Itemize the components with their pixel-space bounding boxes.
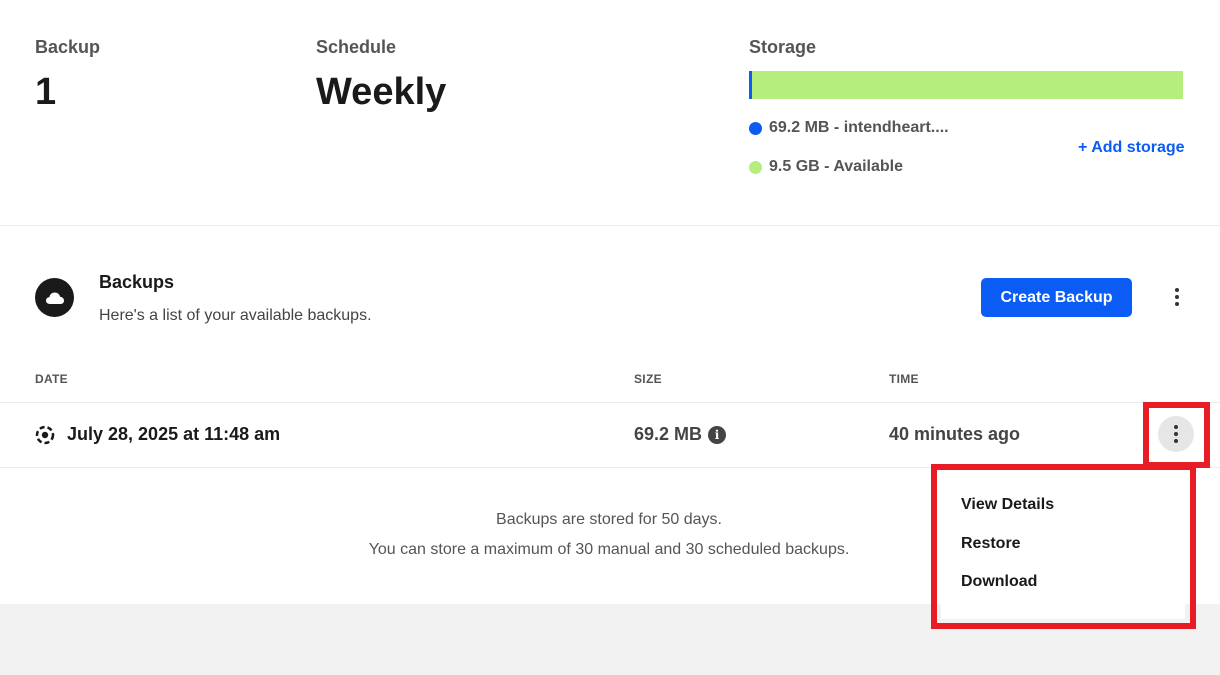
column-header-size: SIZE bbox=[634, 372, 662, 386]
backup-count-label: Backup bbox=[35, 37, 101, 57]
backup-size-value: 69.2 MB bbox=[634, 424, 703, 444]
add-storage-link[interactable]: + Add storage bbox=[1078, 139, 1185, 157]
storage-used-text: 69.2 MB - intendheart.... bbox=[769, 119, 949, 136]
section-divider bbox=[0, 225, 1220, 226]
storage-usage-bar bbox=[749, 71, 1183, 99]
storage-label: Storage bbox=[749, 37, 817, 57]
storage-available-text: 9.5 GB - Available bbox=[769, 158, 903, 175]
available-dot-icon bbox=[749, 160, 762, 174]
backups-subtitle: Here's a list of your available backups. bbox=[99, 307, 372, 324]
backup-size: 69.2 MB i bbox=[634, 424, 727, 445]
storage-used-legend: 69.2 MB - intendheart.... bbox=[749, 119, 949, 137]
used-dot-icon bbox=[749, 121, 762, 135]
row-menu-highlight bbox=[931, 464, 1196, 629]
storage-available-legend: 9.5 GB - Available bbox=[749, 158, 903, 176]
backup-date: July 28, 2025 at 11:48 am bbox=[67, 424, 281, 444]
backups-title: Backups bbox=[99, 272, 175, 292]
schedule-value: Weekly bbox=[316, 71, 447, 113]
column-header-date: DATE bbox=[35, 372, 68, 386]
table-divider-top bbox=[0, 402, 1220, 403]
backup-type-icon bbox=[35, 425, 55, 450]
schedule-label: Schedule bbox=[316, 37, 397, 57]
backup-time: 40 minutes ago bbox=[889, 424, 1021, 444]
storage-used-fill bbox=[749, 71, 752, 99]
info-icon[interactable]: i bbox=[708, 425, 727, 444]
create-backup-button[interactable]: Create Backup bbox=[981, 278, 1132, 317]
row-menu-trigger-highlight bbox=[1143, 402, 1210, 468]
cloud-icon bbox=[35, 278, 74, 317]
backup-count-value: 1 bbox=[35, 71, 57, 113]
column-header-time: TIME bbox=[889, 372, 919, 386]
section-more-icon[interactable] bbox=[1159, 279, 1195, 315]
